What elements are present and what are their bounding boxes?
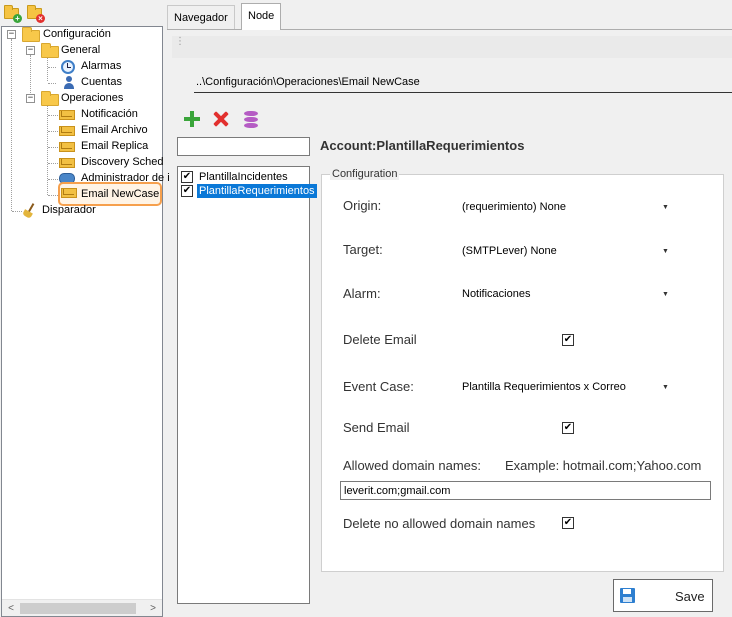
toolbar-grip[interactable]: ⋮ [175,37,185,47]
user-icon [63,76,75,90]
add-folder-icon[interactable]: + [4,5,22,23]
send-email-checkbox[interactable]: ✔ [562,422,574,434]
alarm-value: Notificaciones [462,288,531,300]
account-label: PlantillaRequerimientos [197,184,317,198]
chevron-down-icon[interactable]: ▼ [658,244,673,260]
envelope-icon [59,110,75,120]
tree-horizontal-scrollbar[interactable]: < > [2,599,162,616]
account-checkbox[interactable]: ✔ [181,185,193,197]
envelope-icon [61,188,77,198]
chevron-down-icon[interactable]: ▼ [658,287,673,303]
tree-node-label: Alarmas [81,60,122,72]
tree-node-label: Notificación [81,108,138,120]
event-case-select[interactable]: Plantilla Requerimientos x Correo ▼ [460,378,673,398]
delete-email-label: Delete Email [343,332,417,347]
delete-account-icon[interactable] [212,110,230,128]
tree-node-label: Discovery Sched [81,156,164,168]
configuration-group [321,174,724,572]
delete-no-allowed-checkbox[interactable]: ✔ [562,517,574,529]
configuration-legend: Configuration [330,168,400,180]
allowed-domains-example: Example: hotmail.com;Yahoo.com [505,458,702,473]
event-case-label: Event Case: [343,379,414,394]
account-label: PlantillaIncidentes [199,171,288,183]
envelope-icon [59,142,75,152]
remove-folder-icon[interactable]: × [27,5,45,23]
folder-icon [22,27,40,42]
target-select[interactable]: (SMTPLever) None ▼ [460,242,673,262]
account-item-plantillaincidentes[interactable]: ✔ PlantillaIncidentes [180,170,308,184]
broom-icon [22,203,38,219]
event-case-value: Plantilla Requerimientos x Correo [462,381,626,393]
clock-icon [61,60,75,74]
scroll-left-arrow[interactable]: < [4,602,18,615]
save-button[interactable]: Save [613,579,713,612]
allowed-domains-label: Allowed domain names: [343,458,482,473]
scroll-thumb[interactable] [20,603,136,614]
scroll-right-arrow[interactable]: > [146,602,160,615]
chevron-down-icon[interactable]: ▼ [658,200,673,216]
envelope-icon [59,158,75,168]
delete-no-allowed-label: Delete no allowed domain names [343,516,536,531]
tree-node-label: Configuración [43,28,111,40]
target-value: (SMTPLever) None [462,245,557,257]
delete-email-checkbox[interactable]: ✔ [562,334,574,346]
tree-node-label: Disparador [42,204,96,216]
target-label: Target: [343,242,383,257]
node-toolbar-strip: ⋮ [172,36,732,58]
alarm-select[interactable]: Notificaciones ▼ [460,285,673,305]
save-label: Save [675,589,705,604]
chevron-down-icon[interactable]: ▼ [658,380,673,396]
tree-node-label: Email Replica [81,140,149,152]
tree-node-label: General [61,44,101,56]
origin-value: (requerimiento) None [462,201,566,213]
tab-label: Node [248,10,275,22]
add-account-icon[interactable] [183,110,201,128]
tree-toolbar: + × [0,0,163,26]
origin-select[interactable]: (requerimiento) None ▼ [460,198,673,218]
configuration-tree[interactable]: − Configuración − General Alarmas Cuenta… [1,26,170,617]
collapse-icon[interactable]: − [26,46,35,55]
folder-icon [41,91,59,106]
account-title: Account:PlantillaRequerimientos [320,138,525,153]
save-icon [620,588,635,603]
alarm-label: Alarm: [343,286,381,301]
account-item-plantillarequerimientos[interactable]: ✔ PlantillaRequerimientos [180,184,317,198]
origin-label: Origin: [343,198,382,213]
account-checkbox[interactable]: ✔ [181,171,193,183]
folder-icon [41,43,59,58]
path-underline [194,92,732,93]
allowed-domains-input[interactable] [340,481,711,500]
tab-node[interactable]: Node [241,3,282,30]
tree-node-label: Email NewCase [81,188,160,200]
database-icon[interactable] [242,110,260,128]
account-search-input[interactable] [177,137,310,156]
tab-label: Navegador [174,12,228,24]
collapse-icon[interactable]: − [7,30,16,39]
node-path: ..\Configuración\Operaciones\Email NewCa… [196,76,420,88]
tree-node-label: Email Archivo [81,124,148,136]
tree-node-email-newcase[interactable]: Email NewCase [58,182,162,206]
envelope-icon [59,126,75,136]
collapse-icon[interactable]: − [26,94,35,103]
account-list[interactable]: ✔ PlantillaIncidentes ✔ PlantillaRequeri… [177,166,317,604]
tree-node-label: Cuentas [81,76,122,88]
send-email-label: Send Email [343,420,410,435]
tree-node-label: Operaciones [61,92,124,104]
tab-navegador[interactable]: Navegador [167,5,235,29]
